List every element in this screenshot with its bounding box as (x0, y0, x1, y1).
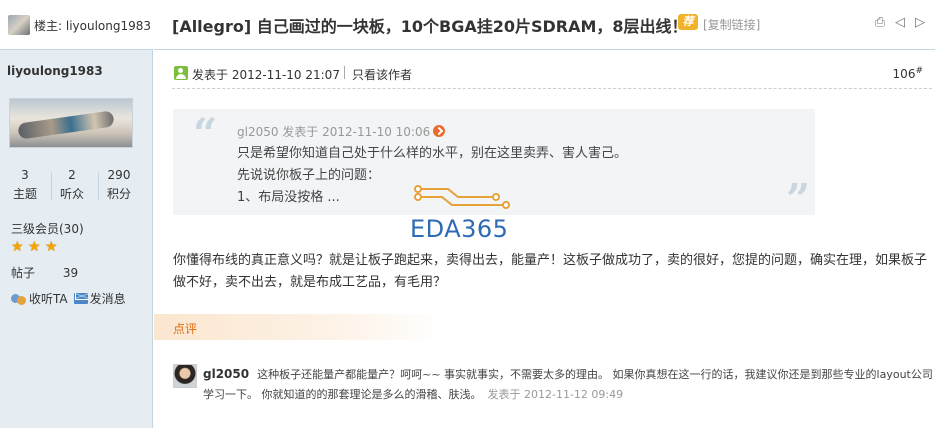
comment-content: gl2050 这种板子还能量产都能量产？呵呵~~ 事实就事实，不需要太多的理由。 … (203, 364, 933, 405)
mail-icon (73, 293, 88, 304)
stat-label: 主题 (12, 187, 37, 201)
send-message-label: 发消息 (89, 292, 126, 306)
thread-tools: ⎙ ◁ ▷ (873, 16, 927, 30)
thread-author-label[interactable]: 楼主: liyoulong1983 (34, 17, 151, 34)
circuit-trace-icon (414, 185, 510, 209)
prev-thread-icon[interactable]: ◁ (893, 16, 907, 30)
author-stats: 3 主题 2 听众 290 积分 (0, 168, 153, 204)
quote-line: 1、布局没按格 ... (237, 190, 340, 205)
post-date: 发表于 2012-11-10 21:07 (192, 68, 340, 82)
goto-quote-icon[interactable] (433, 125, 446, 137)
listen-button[interactable]: 收听TA (11, 290, 68, 307)
copy-link-button[interactable]: [复制链接] (703, 16, 760, 33)
comments-label: 点评 (173, 322, 198, 336)
author-header: 楼主: liyoulong1983 (0, 0, 153, 50)
star-icon: ★ (28, 239, 41, 255)
recommend-badge: 荐 (678, 14, 698, 30)
post-count-label: 帖子 (11, 266, 36, 280)
next-thread-icon[interactable]: ▷ (913, 16, 927, 30)
quote-header: gl2050 发表于 2012-11-10 10:06 (237, 123, 446, 140)
only-author-link[interactable]: 只看该作者 (352, 66, 412, 83)
quote-close-mark: ” (786, 175, 811, 224)
post-meta: 发表于 2012-11-10 21:07 只看该作者 106# (154, 52, 935, 88)
thread-title: [Allegro] 自己画过的一块板，10个BGA挂20片SDRAM，8层出线！ (172, 17, 688, 36)
floor-mark: # (915, 66, 923, 76)
post-count: 帖子 39 (11, 264, 78, 281)
stat-value: 3 (21, 168, 29, 182)
eda365-watermark: EDA365 (408, 185, 528, 245)
stat-listeners[interactable]: 2 听众 (52, 168, 92, 202)
comments-header: 点评 (154, 314, 444, 340)
floor-number-value: 106 (892, 67, 916, 81)
stat-value: 290 (107, 168, 131, 182)
stat-points[interactable]: 290 积分 (99, 168, 139, 202)
meta-divider-line (172, 88, 932, 89)
quote-line: 只是希望你知道自己处于什么样的水平，别在这里卖弄、害人害己。 (237, 146, 628, 161)
quote-author-date: gl2050 发表于 2012-11-10 10:06 (237, 125, 431, 139)
listen-icon (11, 292, 27, 305)
author-mini-avatar[interactable] (8, 15, 30, 35)
quote-line: 先说说你板子上的问题： (237, 168, 381, 183)
send-message-button[interactable]: 发消息 (73, 290, 126, 307)
comment-username[interactable]: gl2050 (203, 367, 249, 381)
stat-value: 2 (68, 168, 76, 182)
print-icon[interactable]: ⎙ (873, 16, 887, 30)
meta-divider (344, 66, 345, 79)
star-icon: ★ (45, 239, 58, 255)
post-body: 你懂得布线的真正意义吗？就是让板子跑起来，卖得出去，能量产！这板子做成功了，卖的… (173, 253, 928, 290)
stat-label: 听众 (59, 187, 84, 201)
thread-title-bar: [Allegro] 自己画过的一块板，10个BGA挂20片SDRAM，8层出线！… (154, 0, 935, 50)
avatar[interactable] (9, 98, 133, 148)
post-count-value[interactable]: 39 (63, 266, 78, 280)
online-status-icon (174, 66, 188, 80)
quote-open-mark: “ (193, 109, 218, 158)
post-main: [Allegro] 自己画过的一块板，10个BGA挂20片SDRAM，8层出线！… (154, 0, 935, 428)
author-username[interactable]: liyoulong1983 (7, 64, 103, 78)
member-rank[interactable]: 三级会员(30) (11, 220, 84, 237)
stat-topics[interactable]: 3 主题 (5, 168, 45, 202)
rank-stars: ★ ★ ★ (11, 240, 60, 256)
floor-number[interactable]: 106# (893, 66, 923, 81)
star-icon: ★ (11, 239, 24, 255)
avatar-image (17, 110, 115, 140)
comment-avatar[interactable] (173, 364, 197, 388)
stat-label: 积分 (106, 187, 131, 201)
listen-label: 收听TA (29, 292, 68, 306)
author-sidebar: 楼主: liyoulong1983 liyoulong1983 3 主题 2 听… (0, 0, 153, 428)
watermark-text: EDA365 (410, 215, 509, 243)
comment-time: 发表于 2012-11-12 09:49 (487, 388, 624, 401)
author-actions: 收听TA 发消息 (11, 290, 126, 307)
